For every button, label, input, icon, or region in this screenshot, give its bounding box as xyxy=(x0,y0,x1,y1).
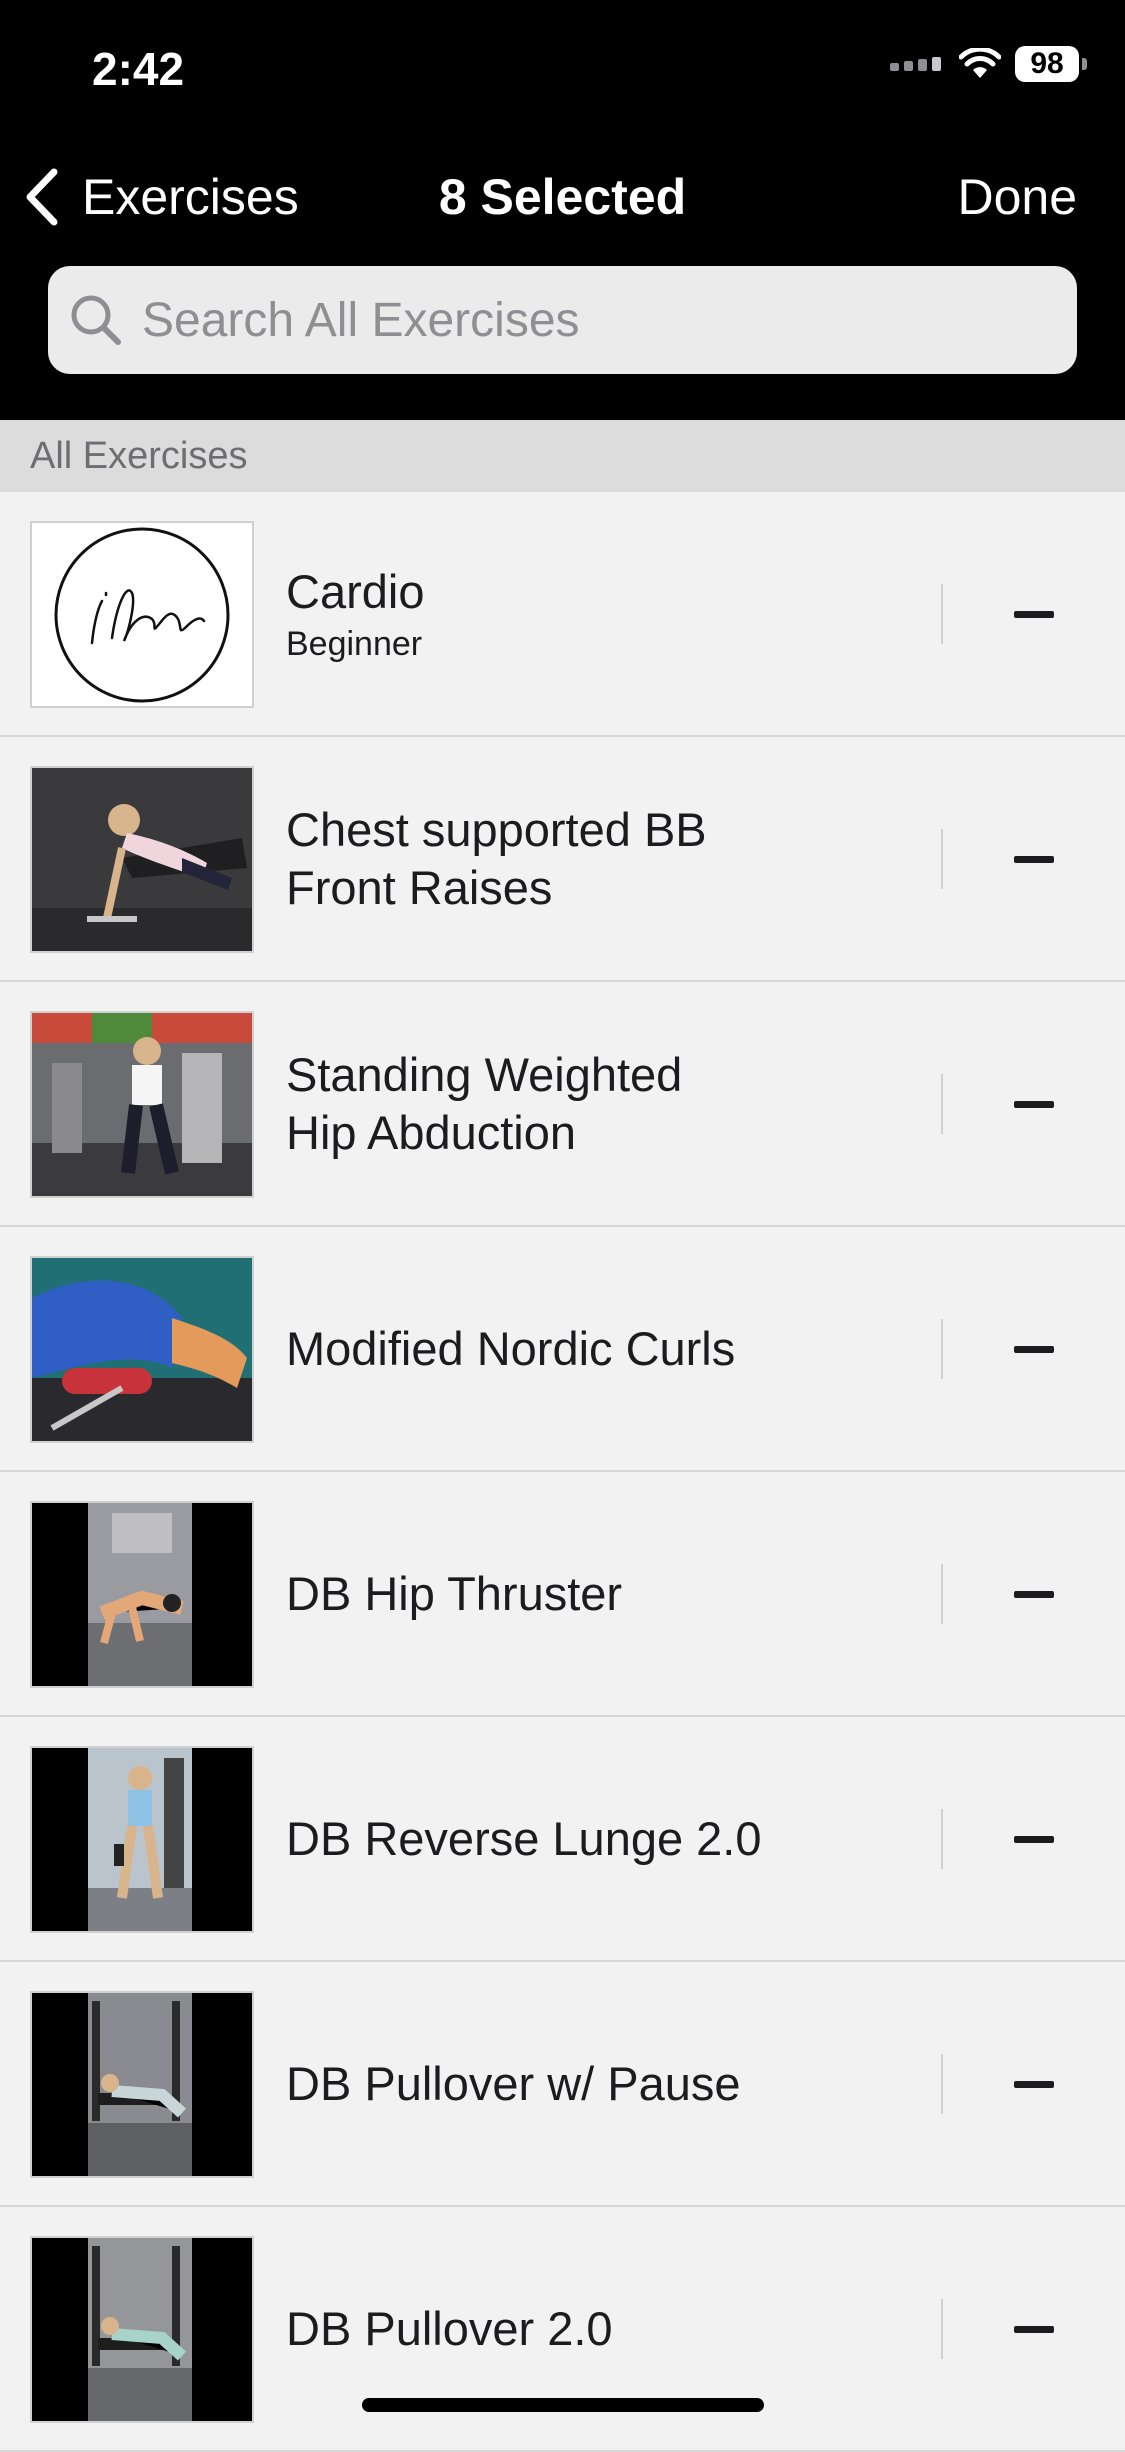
exercise-title: Cardio xyxy=(286,565,425,618)
exercise-title: DB Pullover 2.0 xyxy=(286,2301,613,2355)
search-input[interactable] xyxy=(140,291,1044,349)
exercise-photo xyxy=(32,768,252,951)
minus-icon xyxy=(1014,610,1054,618)
exercise-thumbnail xyxy=(30,1011,254,1198)
section-header: All Exercises xyxy=(0,420,1125,492)
divider xyxy=(941,1319,943,1379)
home-indicator xyxy=(362,2398,764,2412)
exercise-title: Chest supported BB Front Raises xyxy=(286,802,707,914)
exercise-thumbnail xyxy=(30,1991,254,2178)
exercise-list: Cardio Beginner Chest supported BB Front… xyxy=(0,492,1125,2452)
remove-button[interactable] xyxy=(990,1064,1078,1144)
exercise-thumbnail xyxy=(30,521,254,708)
exercise-thumbnail xyxy=(30,2236,254,2423)
exercise-row[interactable]: DB Hip Thruster xyxy=(0,1472,1125,1717)
exercise-row[interactable]: DB Reverse Lunge 2.0 xyxy=(0,1717,1125,1962)
exercise-thumbnail xyxy=(30,1746,254,1933)
minus-icon xyxy=(1014,1835,1054,1843)
exercise-row[interactable]: Cardio Beginner xyxy=(0,492,1125,737)
exercise-title: DB Pullover w/ Pause xyxy=(286,2056,741,2110)
logo-image xyxy=(54,527,230,703)
battery-icon: 98 xyxy=(1015,46,1087,82)
minus-icon xyxy=(1014,1345,1054,1353)
battery-level: 98 xyxy=(1030,47,1064,80)
exercise-photo xyxy=(32,1013,252,1196)
remove-button[interactable] xyxy=(990,819,1078,899)
wifi-icon xyxy=(959,48,1001,78)
exercise-title: DB Reverse Lunge 2.0 xyxy=(286,1811,762,1865)
minus-icon xyxy=(1014,2325,1054,2333)
remove-button[interactable] xyxy=(990,574,1078,654)
minus-icon xyxy=(1014,2080,1054,2088)
minus-icon xyxy=(1014,855,1054,863)
exercise-row[interactable]: Chest supported BB Front Raises xyxy=(0,737,1125,982)
exercise-photo xyxy=(32,1748,252,1931)
status-time: 2:42 xyxy=(92,43,185,95)
divider xyxy=(941,2054,943,2114)
exercise-thumbnail xyxy=(30,766,254,953)
exercise-row[interactable]: DB Pullover w/ Pause xyxy=(0,1962,1125,2207)
page-title: 8 Selected xyxy=(438,169,687,225)
exercise-row[interactable]: DB Pullover 2.0 xyxy=(0,2207,1125,2452)
exercise-photo xyxy=(32,1993,252,2176)
remove-button[interactable] xyxy=(990,2289,1078,2369)
divider xyxy=(941,2299,943,2359)
remove-button[interactable] xyxy=(990,1309,1078,1389)
status-icons: 98 xyxy=(890,46,1087,82)
divider xyxy=(941,1074,943,1134)
search-bar[interactable] xyxy=(48,266,1077,374)
search-icon xyxy=(71,295,121,345)
exercise-level: Beginner xyxy=(286,625,423,663)
header: 2:42 98 Exercises 8 Selected Done xyxy=(0,0,1125,420)
minus-icon xyxy=(1014,1590,1054,1598)
remove-button[interactable] xyxy=(990,2044,1078,2124)
remove-button[interactable] xyxy=(990,1799,1078,1879)
exercise-photo xyxy=(32,1503,252,1686)
divider xyxy=(941,584,943,644)
exercise-row[interactable]: Modified Nordic Curls xyxy=(0,1227,1125,1472)
exercise-title: DB Hip Thruster xyxy=(286,1566,623,1620)
exercise-thumbnail xyxy=(30,1501,254,1688)
exercise-thumbnail xyxy=(30,1256,254,1443)
exercise-title: Modified Nordic Curls xyxy=(286,1321,736,1375)
done-button[interactable]: Done xyxy=(957,168,1077,226)
exercise-title: Standing Weighted Hip Abduction xyxy=(286,1047,683,1159)
remove-button[interactable] xyxy=(990,1554,1078,1634)
minus-icon xyxy=(1014,1100,1054,1108)
divider xyxy=(941,1564,943,1624)
exercise-photo xyxy=(32,1258,252,1441)
signal-icon xyxy=(890,57,941,71)
divider xyxy=(941,829,943,889)
exercise-row[interactable]: Standing Weighted Hip Abduction xyxy=(0,982,1125,1227)
divider xyxy=(941,1809,943,1869)
exercise-photo xyxy=(32,2238,252,2421)
